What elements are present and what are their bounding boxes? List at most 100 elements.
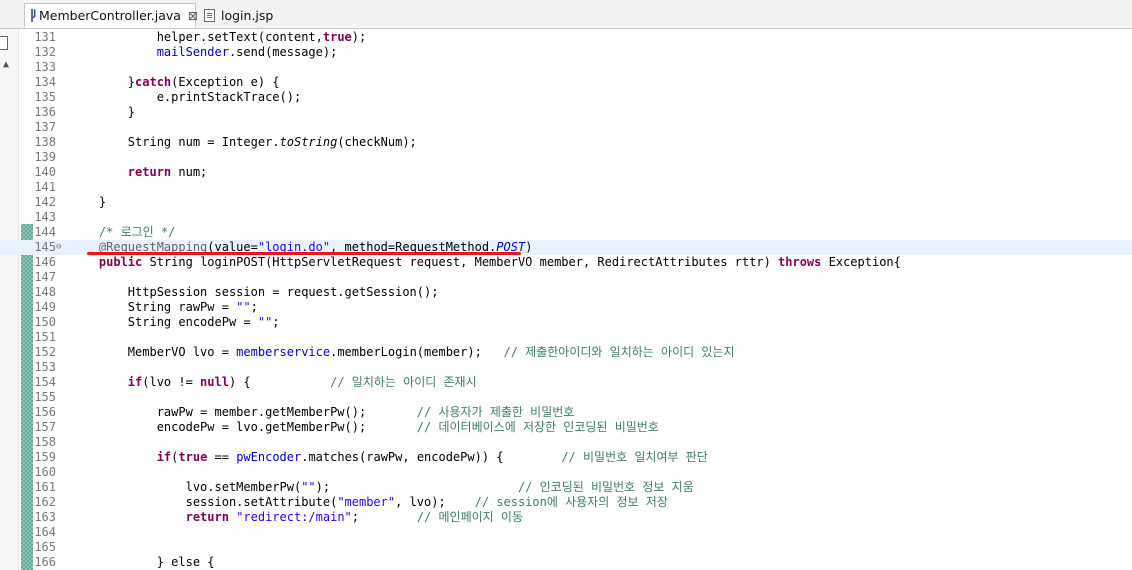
line-number: 155 (34, 390, 56, 404)
code-token: encodePw = lvo.getMemberPw(); (70, 420, 417, 434)
code-line[interactable]: 143 (0, 210, 1132, 225)
code-text: } (70, 105, 135, 120)
code-line[interactable]: 166 } else { (0, 555, 1132, 570)
code-token: toString (279, 135, 338, 149)
line-number: 151 (34, 330, 56, 344)
code-token: , lvo); (395, 495, 475, 509)
code-text: }catch(Exception e) { (70, 75, 280, 90)
line-number: 143 (34, 210, 56, 224)
red-underline-annotation (87, 252, 521, 255)
code-line[interactable]: 133 (0, 60, 1132, 75)
line-number: 146 (34, 255, 56, 269)
code-line[interactable]: 150 String encodePw = ""; (0, 315, 1132, 330)
code-token: MemberVO lvo = (70, 345, 237, 359)
code-line[interactable]: 158 (0, 435, 1132, 450)
code-line[interactable]: 139 (0, 150, 1132, 165)
code-line[interactable]: 146 public String loginPOST(HttpServletR… (0, 255, 1132, 270)
code-line[interactable]: 141 (0, 180, 1132, 195)
code-line[interactable]: 135 e.printStackTrace(); (0, 90, 1132, 105)
fold-toggle-icon[interactable]: ⊖ (56, 240, 61, 255)
line-number: 166 (34, 555, 56, 569)
code-token: if (156, 450, 172, 464)
tab-membercontroller-java[interactable]: MemberController.java ⊠ (24, 3, 198, 28)
code-line[interactable]: 134 }catch(Exception e) { (0, 75, 1132, 90)
code-token: rawPw = member.getMemberPw(); (70, 405, 417, 419)
code-text: rawPw = member.getMemberPw(); // 사용자가 제출… (70, 405, 575, 420)
code-line[interactable]: 159 if(true == pwEncoder.matches(rawPw, … (0, 450, 1132, 465)
code-token: if (127, 375, 143, 389)
code-text: session.setAttribute("member", lvo); // … (70, 495, 668, 510)
close-tab-icon[interactable]: ⊠ (188, 9, 198, 23)
line-number: 153 (34, 360, 56, 374)
code-line[interactable]: 164 (0, 525, 1132, 540)
code-line[interactable]: 154 if(lvo != null) { // 일치하는 아이디 존재시 (0, 375, 1132, 390)
line-number: 152 (34, 345, 56, 359)
code-token: // 인코딩된 비밀번호 정보 지움 (517, 480, 694, 494)
code-token: String loginPOST(HttpServletRequest requ… (142, 255, 779, 269)
code-token: /* 로그인 */ (98, 225, 176, 239)
code-line[interactable]: 153 (0, 360, 1132, 375)
code-line[interactable]: 136 } (0, 105, 1132, 120)
line-number: 162 (34, 495, 56, 509)
code-line[interactable]: 138 String num = Integer.toString(checkN… (0, 135, 1132, 150)
code-token: ; (272, 315, 280, 329)
code-text: if(true == pwEncoder.matches(rawPw, enco… (70, 450, 708, 465)
code-token: // session에 사용자의 정보 저장 (474, 495, 668, 509)
code-line[interactable]: 160 (0, 465, 1132, 480)
code-token: (checkNum); (337, 135, 417, 149)
code-line[interactable]: 140 return num; (0, 165, 1132, 180)
code-line[interactable]: 137 (0, 120, 1132, 135)
code-line[interactable]: 152 MemberVO lvo = memberservice.memberL… (0, 345, 1132, 360)
code-token: public (98, 255, 143, 269)
code-token: e.printStackTrace(); (70, 90, 302, 104)
code-line[interactable]: 161 lvo.setMemberPw(""); // 인코딩된 비밀번호 정보… (0, 480, 1132, 495)
tab-login-jsp[interactable]: login.jsp (198, 3, 278, 28)
code-editor[interactable]: 131 helper.setText(content,true); 132 mai… (0, 30, 1132, 570)
code-token: "" (257, 315, 273, 329)
code-token: .send(message); (228, 45, 338, 59)
code-token: ; (351, 510, 417, 524)
code-token: // 메인페이지 이동 (416, 510, 523, 524)
code-line[interactable]: 142 } (0, 195, 1132, 210)
line-number: 165 (34, 540, 56, 554)
code-line[interactable]: 151 (0, 330, 1132, 345)
code-text: public String loginPOST(HttpServletReque… (70, 255, 901, 270)
code-line[interactable]: 162 session.setAttribute("member", lvo);… (0, 495, 1132, 510)
code-text: } (70, 195, 106, 210)
code-line[interactable]: 148 HttpSession session = request.getSes… (0, 285, 1132, 300)
code-line[interactable]: 163 return "redirect:/main"; // 메인페이지 이동 (0, 510, 1132, 525)
code-token: true (178, 450, 208, 464)
code-text: if(lvo != null) { // 일치하는 아이디 존재시 (70, 375, 477, 390)
line-number: 144 (34, 225, 56, 239)
line-number: 159 (34, 450, 56, 464)
code-text: String encodePw = ""; (70, 315, 280, 330)
code-line[interactable]: 144 /* 로그인 */ (0, 225, 1132, 240)
line-number: 163 (34, 510, 56, 524)
code-line[interactable]: 149 String rawPw = ""; (0, 300, 1132, 315)
code-token: // 비밀번호 일치여부 판단 (561, 450, 708, 464)
code-line[interactable]: 157 encodePw = lvo.getMemberPw(); // 데이터… (0, 420, 1132, 435)
code-token: ; (250, 300, 258, 314)
code-line[interactable]: 165 (0, 540, 1132, 555)
code-text: HttpSession session = request.getSession… (70, 285, 439, 300)
code-line[interactable]: 155 (0, 390, 1132, 405)
line-number: 148 (34, 285, 56, 299)
code-token: pwEncoder (236, 450, 302, 464)
code-line[interactable]: 156 rawPw = member.getMemberPw(); // 사용자… (0, 405, 1132, 420)
code-line[interactable]: 132 mailSender.send(message); (0, 45, 1132, 60)
code-line[interactable]: 147 (0, 270, 1132, 285)
code-token: } (70, 195, 107, 209)
code-line[interactable]: 131 helper.setText(content,true); (0, 30, 1132, 45)
line-number: 164 (34, 525, 56, 539)
code-token: String rawPw = (70, 300, 237, 314)
code-token: ) { (228, 375, 331, 389)
line-number: 136 (34, 105, 56, 119)
code-token: // 제출한아이디와 일치하는 아이디 있는지 (503, 345, 735, 359)
code-text: helper.setText(content,true); (70, 30, 367, 45)
code-token: null (200, 375, 229, 389)
code-text: String num = Integer.toString(checkNum); (70, 135, 417, 150)
code-token: session.setAttribute( (70, 495, 338, 509)
line-number: 147 (34, 270, 56, 284)
